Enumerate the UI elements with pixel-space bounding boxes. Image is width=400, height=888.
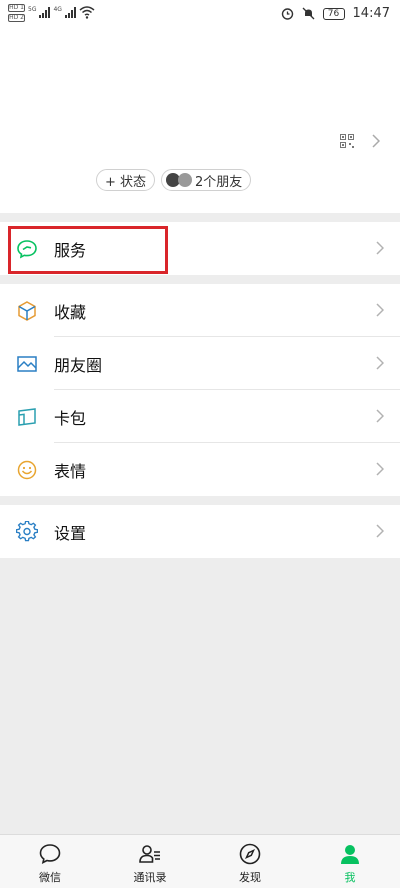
compass-icon <box>239 843 261 865</box>
friend-avatar <box>178 173 192 187</box>
network-type-2: 4G <box>53 6 62 13</box>
signal-bars-icon <box>64 6 76 18</box>
profile-header[interactable]: + 状态 2个朋友 <box>0 30 400 213</box>
status-button[interactable]: + 状态 <box>96 169 156 191</box>
smiley-stickers-icon <box>17 460 37 480</box>
menu-item-settings[interactable]: 设置 <box>0 505 400 558</box>
sim1-badge: HD 1 <box>8 4 25 12</box>
menu-item-label: 服务 <box>54 240 87 260</box>
menu-item-label: 卡包 <box>54 408 87 428</box>
menu-item-stickers[interactable]: 表情 <box>0 443 400 496</box>
menu-item-wallet[interactable]: 卡包 <box>0 390 400 443</box>
menu-item-favorites[interactable]: 收藏 <box>0 284 400 337</box>
settings-group: 设置 <box>0 505 400 558</box>
chevron-right-icon <box>376 524 384 538</box>
menu-item-service[interactable]: 服务 <box>0 222 400 275</box>
status-button-label: + 状态 <box>105 174 147 190</box>
main-menu-group: 收藏 朋友圈 卡包 表情 <box>0 284 400 496</box>
tab-discover[interactable]: 发现 <box>200 835 300 888</box>
clock: 14:47 <box>352 6 390 21</box>
battery-indicator: 76 <box>322 7 345 20</box>
picture-moments-icon <box>17 356 37 372</box>
chat-bubble-icon <box>39 844 61 864</box>
chevron-right-icon <box>376 241 384 255</box>
card-wallet-icon <box>18 408 36 426</box>
menu-item-label: 设置 <box>54 523 87 543</box>
friends-button[interactable]: 2个朋友 <box>161 169 252 191</box>
tab-me[interactable]: 我 <box>300 835 400 888</box>
chevron-right-icon <box>372 134 380 148</box>
tab-label: 通讯录 <box>133 871 167 884</box>
service-group: 服务 <box>0 222 400 275</box>
friends-button-label: 2个朋友 <box>195 174 243 190</box>
alarm-icon <box>281 8 293 20</box>
mute-icon <box>302 7 314 20</box>
service-icon <box>17 240 37 259</box>
menu-item-label: 收藏 <box>54 302 87 322</box>
menu-item-moments[interactable]: 朋友圈 <box>0 337 400 390</box>
gear-icon <box>16 521 38 542</box>
signal-bars-icon <box>39 6 51 18</box>
tab-contacts[interactable]: 通讯录 <box>100 835 200 888</box>
tab-label: 微信 <box>39 871 61 884</box>
cube-favorites-icon <box>18 301 36 321</box>
qr-code-icon[interactable] <box>340 134 354 148</box>
status-right: 76 14:47 <box>281 6 390 21</box>
chevron-right-icon <box>376 356 384 370</box>
menu-item-label: 朋友圈 <box>54 355 103 375</box>
chevron-right-icon <box>376 462 384 476</box>
person-icon <box>341 845 359 864</box>
status-bar: HD 1 HD 2 5G 4G 76 14:47 <box>0 0 400 30</box>
tab-label: 我 <box>344 871 356 884</box>
sim2-badge: HD 2 <box>8 14 25 22</box>
chevron-right-icon <box>376 303 384 317</box>
tab-chats[interactable]: 微信 <box>0 835 100 888</box>
wifi-icon <box>79 6 95 19</box>
tab-label: 发现 <box>239 871 261 884</box>
menu-item-label: 表情 <box>54 461 87 481</box>
bottom-tab-bar: 微信 通讯录 发现 我 <box>0 834 400 888</box>
chevron-right-icon <box>376 409 384 423</box>
network-type-1: 5G <box>28 6 37 13</box>
signal-area: HD 1 HD 2 5G 4G <box>8 4 95 22</box>
contacts-icon <box>139 845 160 863</box>
